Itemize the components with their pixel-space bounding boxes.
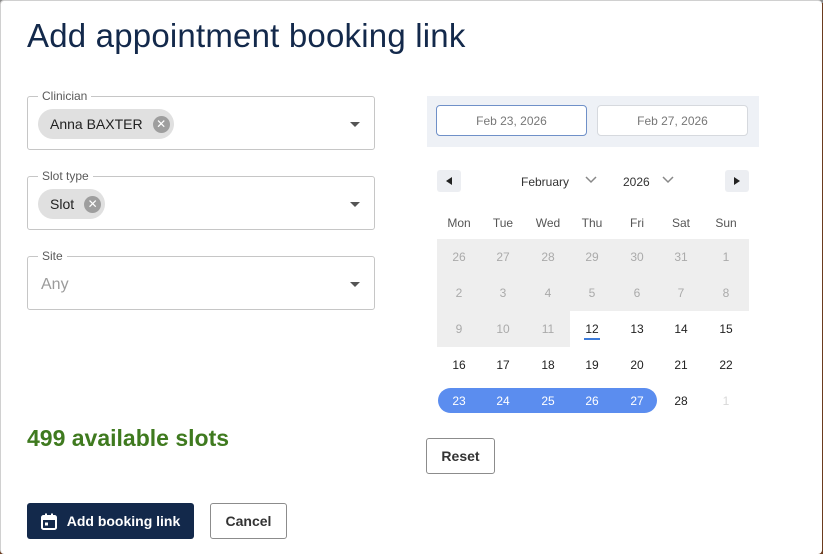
weekday-tue: Tue (492, 216, 514, 230)
calendar-day-selected[interactable]: 26 (570, 389, 614, 413)
calendar-day: 11 (541, 322, 555, 336)
next-month-button[interactable] (725, 170, 749, 192)
calendar-day[interactable]: 22 (704, 353, 748, 377)
calendar-day-selected[interactable]: 24 (481, 389, 525, 413)
weekday-thu: Thu (581, 216, 603, 230)
calendar-day[interactable]: 15 (704, 317, 748, 341)
site-label: Site (38, 249, 67, 263)
date-range-inputs: Feb 23, 2026 Feb 27, 2026 (427, 96, 759, 147)
calendar-day: 5 (588, 286, 596, 300)
weekday-sun: Sun (715, 216, 737, 230)
calendar-day: 27 (496, 250, 510, 264)
year-chevron-down-icon[interactable] (662, 175, 674, 185)
calendar-day-selected[interactable]: 23 (437, 389, 481, 413)
site-dropdown-icon[interactable] (350, 282, 360, 287)
available-slots-count: 499 available slots (27, 425, 230, 451)
site-placeholder: Any (41, 276, 69, 293)
clinician-label: Clinician (38, 89, 92, 103)
add-booking-link-label: Add booking link (66, 513, 181, 529)
calendar-day-selected[interactable]: 25 (526, 389, 570, 413)
calendar-day: 30 (630, 250, 644, 264)
booking-link-dialog: Add appointment booking link Clinician A… (0, 0, 822, 554)
dialog-title: Add appointment booking link (27, 17, 466, 54)
slot-type-label: Slot type (38, 169, 93, 183)
cancel-button[interactable]: Cancel (210, 503, 287, 539)
calendar-day: 9 (455, 322, 463, 336)
site-select[interactable]: Site Any (27, 249, 375, 310)
start-date-input[interactable]: Feb 23, 2026 (436, 105, 587, 136)
calendar-day: 8 (722, 286, 730, 300)
calendar-day[interactable]: 14 (659, 317, 703, 341)
slot-type-chip-remove-icon[interactable]: ✕ (84, 195, 102, 213)
add-booking-link-button[interactable]: Add booking link (27, 503, 194, 539)
calendar-day[interactable]: 13 (615, 317, 659, 341)
month-chevron-down-icon[interactable] (585, 175, 597, 185)
prev-month-button[interactable] (437, 170, 461, 192)
calendar-day: 31 (674, 250, 688, 264)
calendar-day: 10 (496, 322, 510, 336)
calendar-day: 28 (541, 250, 555, 264)
calendar-day: 6 (633, 286, 641, 300)
slot-type-dropdown-icon[interactable] (350, 202, 360, 207)
clinician-chip-remove-icon[interactable]: ✕ (152, 115, 170, 133)
weekday-sat: Sat (671, 216, 690, 230)
calendar-day: 4 (544, 286, 552, 300)
calendar-day[interactable]: 18 (526, 353, 570, 377)
weekday-fri: Fri (630, 216, 644, 230)
year-select[interactable]: 2026 (623, 175, 650, 189)
calendar-day[interactable]: 28 (659, 389, 703, 413)
calendar-day-selected[interactable]: 27 (615, 389, 659, 413)
end-date-input[interactable]: Feb 27, 2026 (597, 105, 748, 136)
clinician-chip: Anna BAXTER ✕ (38, 109, 174, 139)
calendar-day[interactable]: 17 (481, 353, 525, 377)
slot-type-chip-label: Slot (50, 196, 75, 212)
reset-button[interactable]: Reset (426, 438, 495, 474)
calendar-day: 29 (585, 250, 599, 264)
weekday-mon: Mon (447, 216, 471, 230)
clinician-chip-label: Anna BAXTER (50, 116, 143, 132)
slot-type-select[interactable]: Slot type Slot ✕ (27, 169, 375, 230)
arrow-right-icon (734, 177, 740, 185)
calendar-day[interactable]: 16 (437, 353, 481, 377)
clinician-dropdown-icon[interactable] (350, 122, 360, 127)
month-select[interactable]: February (521, 175, 569, 189)
clinician-select[interactable]: Clinician Anna BAXTER ✕ (27, 89, 375, 150)
calendar-day: 3 (499, 286, 507, 300)
weekday-wed: Wed (535, 216, 561, 230)
arrow-left-icon (446, 177, 452, 185)
calendar-day: 1 (722, 250, 730, 264)
calendar-day[interactable]: 19 (570, 353, 614, 377)
calendar-day: 2 (455, 286, 463, 300)
calendar-day: 7 (677, 286, 685, 300)
calendar-icon (40, 513, 57, 530)
calendar-day: 26 (452, 250, 466, 264)
calendar-day-today[interactable]: 12 (570, 317, 614, 341)
calendar-day: 1 (722, 394, 730, 408)
calendar-day[interactable]: 21 (659, 353, 703, 377)
calendar-day[interactable]: 20 (615, 353, 659, 377)
slot-type-chip: Slot ✕ (38, 189, 106, 219)
